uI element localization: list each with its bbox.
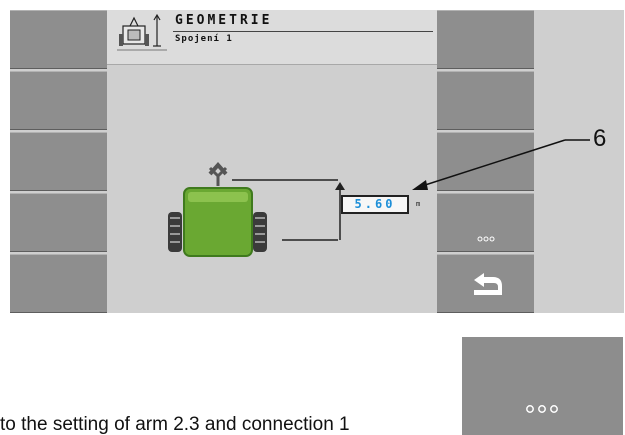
machine-highlight xyxy=(188,192,248,202)
right-softkey-2[interactable] xyxy=(437,71,534,130)
value-input[interactable]: 5.60 xyxy=(341,195,409,214)
callout-number: 6 xyxy=(593,125,607,152)
callout-leader xyxy=(412,139,590,190)
hitch-icon xyxy=(208,161,228,186)
value-unit: m xyxy=(416,200,421,208)
more-dots-icon xyxy=(477,236,494,241)
left-softkey-1[interactable] xyxy=(10,10,107,69)
back-button[interactable] xyxy=(437,254,534,313)
left-softkey-2[interactable] xyxy=(10,71,107,130)
back-return-icon xyxy=(473,272,502,295)
screen-subtitle: Spojení 1 xyxy=(175,34,233,44)
machine-diagram xyxy=(168,161,345,257)
left-wheel-icon xyxy=(168,212,182,252)
right-softkey-1[interactable] xyxy=(437,10,534,69)
reference-more-button xyxy=(462,337,623,435)
callout-arrowhead xyxy=(412,180,428,190)
more-options-button[interactable] xyxy=(437,193,534,252)
more-dots-icon xyxy=(526,405,558,413)
left-softkey-4[interactable] xyxy=(10,193,107,252)
header-divider xyxy=(173,31,433,32)
screen-header: GEOMETRIE Spojení 1 xyxy=(107,10,437,65)
geometry-machine-icon xyxy=(117,13,167,51)
measure-arrow-icon xyxy=(335,182,345,190)
screen-title: GEOMETRIE xyxy=(175,13,273,28)
left-softkey-3[interactable] xyxy=(10,132,107,191)
right-wheel-icon xyxy=(253,212,267,252)
left-softkey-5[interactable] xyxy=(10,254,107,313)
instruction-caption: to the setting of arm 2.3 and connection… xyxy=(0,414,350,435)
